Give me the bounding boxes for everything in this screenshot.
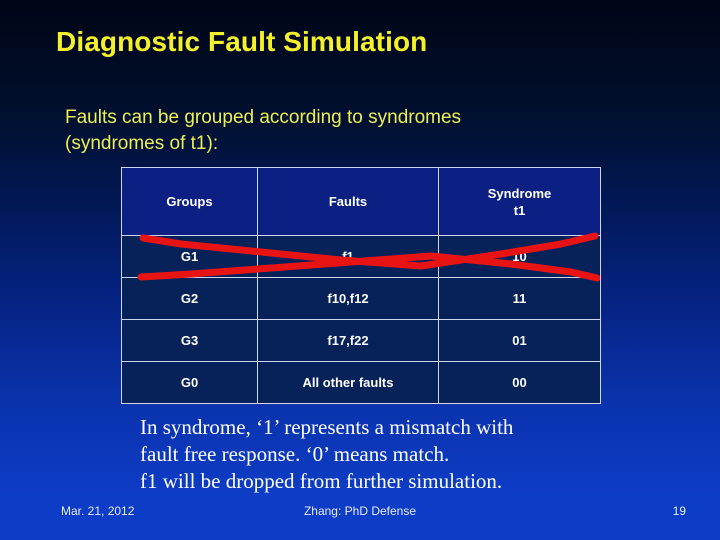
table-row: G3 f17,f22 01 xyxy=(121,319,601,362)
cell-faults: All other faults xyxy=(257,361,439,404)
cell-syndrome: 10 xyxy=(438,235,601,278)
column-header-groups: Groups xyxy=(121,167,258,236)
table-row: G0 All other faults 00 xyxy=(121,361,601,404)
note-line-2: fault free response. ‘0’ means match. xyxy=(140,442,450,466)
page-title: Diagnostic Fault Simulation xyxy=(56,26,428,57)
cell-faults: f1 xyxy=(257,235,439,278)
cell-syndrome: 11 xyxy=(438,277,601,320)
cell-group: G2 xyxy=(121,277,258,320)
slide: Diagnostic Fault Simulation Faults can b… xyxy=(0,0,720,540)
bullet-paragraph: Faults can be grouped according to syndr… xyxy=(65,107,462,154)
cell-group: G0 xyxy=(121,361,258,404)
note-line-3: f1 will be dropped from further simulati… xyxy=(140,469,503,493)
explanatory-note: In syndrome, ‘1’ represents a mismatch w… xyxy=(140,414,610,495)
cell-faults: f17,f22 xyxy=(257,319,439,362)
column-header-syndrome-line2: t1 xyxy=(513,202,526,218)
cell-faults: f10,f12 xyxy=(257,277,439,320)
table-row: G1 f1 10 xyxy=(121,235,601,278)
table-header-row: Groups Faults Syndrome t1 xyxy=(121,167,601,236)
cell-group: G1 xyxy=(121,235,258,278)
column-header-faults: Faults xyxy=(257,167,439,236)
cell-group: G3 xyxy=(121,319,258,362)
table-row: G2 f10,f12 11 xyxy=(121,277,601,320)
footer-page-number: 19 xyxy=(672,504,686,518)
column-header-syndrome: Syndrome t1 xyxy=(438,167,601,236)
syndrome-table: Groups Faults Syndrome t1 G1 f1 10 G2 f1… xyxy=(121,167,601,404)
cell-syndrome: 00 xyxy=(438,361,601,404)
note-line-1: In syndrome, ‘1’ represents a mismatch w… xyxy=(140,415,514,439)
cell-syndrome: 01 xyxy=(438,319,601,362)
column-header-syndrome-line1: Syndrome xyxy=(487,185,552,201)
footer-title: Zhang: PhD Defense xyxy=(303,504,417,518)
